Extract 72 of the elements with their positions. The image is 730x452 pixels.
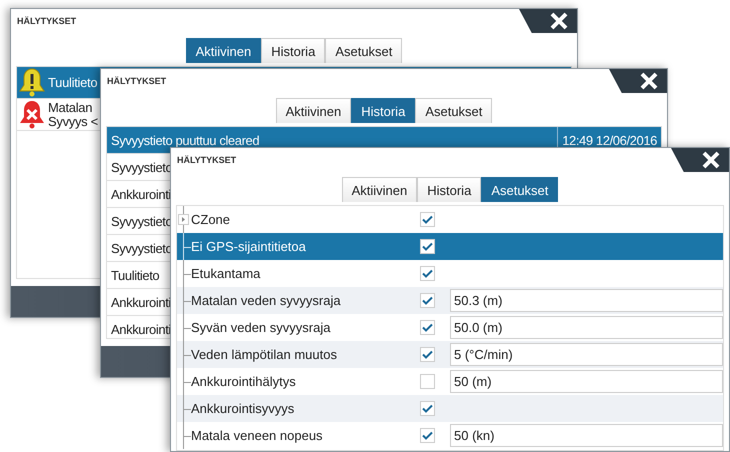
- checkbox[interactable]: [420, 428, 435, 443]
- setting-row[interactable]: Etukantama: [177, 260, 723, 287]
- alarm-text: Tuulitieto: [48, 76, 98, 90]
- window-title: HÄLYTYKSET: [107, 76, 166, 86]
- tab[interactable]: Asetukset: [325, 38, 402, 63]
- tab[interactable]: Historia: [351, 98, 416, 123]
- expand-icon[interactable]: [178, 214, 189, 225]
- event-text: Syvyystieto: [111, 240, 172, 256]
- event-text: Ankkurointi: [111, 322, 171, 336]
- tab[interactable]: Historia: [261, 38, 326, 63]
- setting-label: Ei GPS-sijaintitietoa: [191, 239, 307, 254]
- checkbox[interactable]: [420, 401, 435, 416]
- checkbox[interactable]: [420, 293, 435, 308]
- tab[interactable]: Aktiivinen: [186, 38, 262, 63]
- setting-row[interactable]: Ankkurointisyvyys: [177, 395, 723, 422]
- close-button[interactable]: [609, 69, 667, 93]
- setting-label: Etukantama: [191, 266, 262, 281]
- setting-label: CZone: [191, 212, 232, 227]
- value-field[interactable]: 50 (kn): [450, 424, 723, 447]
- setting-label: Veden lämpötilan muutos: [191, 347, 338, 362]
- window-title: HÄLYTYKSET: [177, 155, 236, 165]
- setting-row[interactable]: Ei GPS-sijaintitietoa: [177, 233, 723, 260]
- check-icon: [422, 431, 433, 440]
- warning-bell-icon: [19, 68, 45, 97]
- tab[interactable]: Aktiivinen: [276, 98, 352, 123]
- value-field[interactable]: 50 (m): [450, 370, 723, 393]
- check-icon: [422, 323, 433, 332]
- check-icon: [422, 296, 433, 305]
- event-text: Syvyystieto puuttuu cleared: [111, 132, 260, 148]
- setting-row[interactable]: CZone: [177, 206, 723, 233]
- tab[interactable]: Asetukset: [481, 177, 558, 202]
- setting-row[interactable]: Matala veneen nopeus 50 (kn): [177, 422, 723, 449]
- setting-label: Syvän veden syvyysraja: [191, 320, 332, 335]
- setting-row[interactable]: Veden lämpötilan muutos 5 (°C/min): [177, 341, 723, 368]
- value-field[interactable]: 50.0 (m): [450, 316, 723, 339]
- event-text: Tuulitieto: [111, 268, 160, 282]
- checkbox[interactable]: [420, 266, 435, 281]
- alarm-detail: Syvyys <: [48, 114, 98, 128]
- value-field[interactable]: 50.3 (m): [450, 289, 723, 312]
- setting-row[interactable]: Matalan veden syvyysraja 50.3 (m): [177, 287, 723, 314]
- tab[interactable]: Aktiivinen: [342, 177, 418, 202]
- checkbox[interactable]: [420, 374, 435, 389]
- close-button[interactable]: [671, 148, 729, 172]
- check-icon: [422, 404, 433, 413]
- check-icon: [422, 215, 433, 224]
- check-icon: [422, 350, 433, 359]
- checkbox[interactable]: [420, 347, 435, 362]
- close-button[interactable]: [519, 9, 577, 33]
- setting-row[interactable]: Syvän veden syvyysraja 50.0 (m): [177, 314, 723, 341]
- setting-label: Ankkurointihälytys: [191, 374, 297, 389]
- check-icon: [422, 242, 433, 251]
- close-icon: [550, 12, 568, 30]
- tab[interactable]: Historia: [417, 177, 482, 202]
- event-text: Ankkurointi: [111, 294, 171, 310]
- alarm-text: Matalan: [48, 100, 94, 114]
- checkbox[interactable]: [420, 239, 435, 254]
- check-icon: [422, 269, 433, 278]
- close-icon: [702, 151, 720, 169]
- close-icon: [640, 72, 658, 90]
- checkbox[interactable]: [420, 320, 435, 335]
- alarm-bell-icon: [19, 100, 45, 129]
- tab[interactable]: Asetukset: [415, 98, 492, 123]
- value-field[interactable]: 5 (°C/min): [450, 343, 723, 366]
- setting-label: Matalan veden syvyysraja: [191, 293, 342, 308]
- checkbox[interactable]: [420, 212, 435, 227]
- setting-label: Matala veneen nopeus: [191, 428, 324, 443]
- setting-row[interactable]: Ankkurointihälytys 50 (m): [177, 368, 723, 395]
- window-title: HÄLYTYKSET: [17, 16, 76, 26]
- setting-label: Ankkurointisyvyys: [191, 401, 296, 416]
- event-text: Syvyystieto: [111, 214, 172, 228]
- event-text: Syvyystieto: [111, 160, 172, 174]
- event-text: Ankkurointi: [111, 186, 171, 202]
